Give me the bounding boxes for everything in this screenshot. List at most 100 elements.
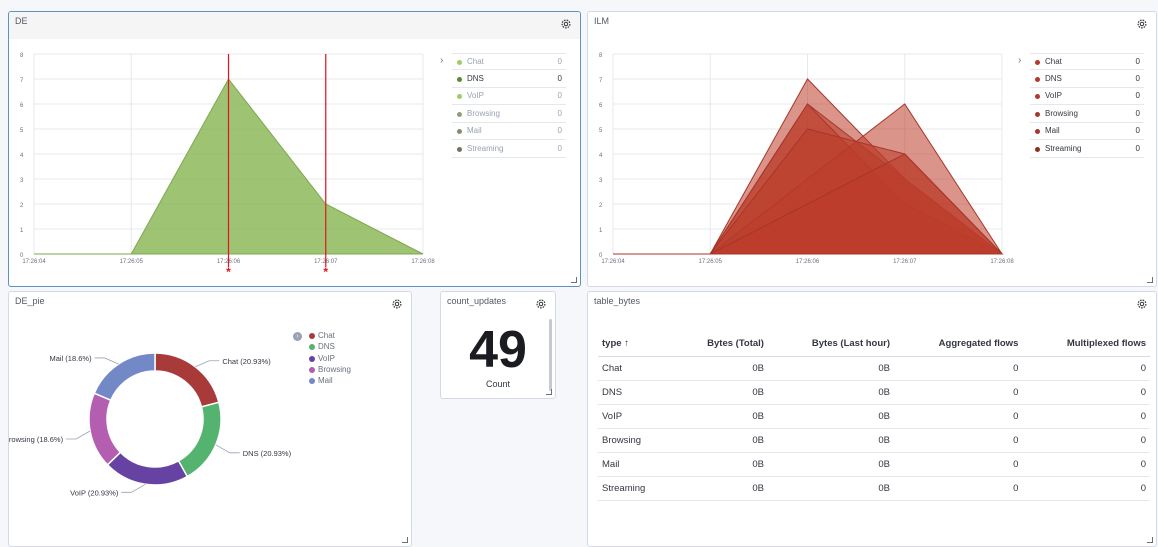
chevron-right-icon[interactable]: › — [440, 55, 443, 66]
pie-slice-voip — [106, 451, 189, 486]
panel-title: table_bytes — [594, 296, 641, 306]
legend-item[interactable]: Streaming 0 — [452, 141, 566, 158]
table-row: VoIP 0B 0B 0 0 — [598, 404, 1150, 429]
legend-label: Browsing — [467, 108, 500, 118]
resize-handle-icon[interactable] — [402, 537, 408, 543]
table-row: Browsing 0B 0B 0 0 — [598, 428, 1150, 453]
table-cell: 0B — [767, 356, 895, 381]
gear-icon[interactable] — [1136, 18, 1148, 30]
x-tick-label: 17:26:04 — [22, 259, 46, 265]
legend-label: Streaming — [467, 144, 504, 153]
pie-slice-label: VoIP (20.93%) — [70, 488, 119, 497]
legend-item[interactable]: DNS 0 — [452, 71, 566, 88]
legend-item[interactable]: Browsing 0 — [1030, 106, 1144, 123]
pie-leader-line — [215, 444, 240, 454]
y-tick-label: 6 — [20, 103, 24, 109]
legend-color-dot — [1035, 111, 1040, 117]
table-cell: 0B — [673, 380, 768, 405]
table-cell: Streaming — [598, 476, 674, 501]
y-tick-label: 3 — [20, 178, 24, 184]
table-cell: 0B — [673, 428, 768, 453]
scrollbar[interactable] — [549, 319, 552, 391]
legend-value: 0 — [557, 108, 562, 118]
legend-color-dot — [457, 94, 462, 100]
table-cell: 0 — [894, 404, 1023, 429]
legend-value: 0 — [1135, 144, 1140, 153]
legend-label: Chat — [1045, 57, 1062, 66]
resize-handle-icon[interactable] — [546, 389, 552, 395]
legend-color-dot — [1035, 147, 1040, 152]
y-tick-label: 4 — [20, 153, 24, 159]
table-cell: 0B — [767, 404, 895, 429]
x-tick-label: 17:26:05 — [699, 259, 723, 265]
sort-ascending-icon[interactable]: ↑ — [624, 338, 629, 349]
pie-slice-mail — [93, 352, 156, 402]
table-cell: Mail — [598, 452, 674, 477]
legend-value: 0 — [1135, 73, 1140, 83]
legend-item[interactable]: Mail 0 — [452, 123, 566, 141]
legend-label: VoIP — [318, 353, 335, 363]
legend-item[interactable]: VoIP 0 — [452, 88, 566, 106]
legend-label: Browsing — [318, 364, 351, 374]
y-tick-label: 2 — [599, 203, 603, 209]
y-tick-label: 7 — [20, 78, 24, 84]
legend-value: 0 — [557, 73, 562, 83]
bytes-table: type ↑ Bytes (Total) Bytes (Last hour) A… — [598, 332, 1150, 501]
table-cell: 0B — [673, 404, 768, 429]
gear-icon[interactable] — [391, 298, 403, 310]
legend-value: 0 — [557, 126, 562, 136]
pie-slice-browsing — [88, 392, 122, 466]
table-cell: 0 — [894, 476, 1023, 501]
resize-handle-icon[interactable] — [1147, 537, 1153, 543]
x-tick-label: 17:26:04 — [601, 259, 625, 265]
table-cell: 0B — [673, 452, 768, 477]
legend-label: VoIP — [1045, 91, 1062, 101]
legend-item[interactable]: Chat 0 — [1030, 53, 1144, 70]
legend-value: 0 — [1135, 126, 1140, 136]
table-cell: 0B — [767, 452, 895, 477]
resize-handle-icon[interactable] — [1147, 277, 1153, 283]
table-cell: 0B — [673, 356, 768, 381]
y-tick-label: 8 — [599, 53, 603, 59]
column-header-bytes-total[interactable]: Bytes (Total) — [673, 332, 768, 357]
legend-label: Mail — [318, 376, 333, 386]
legend-label: Streaming — [1045, 144, 1082, 153]
column-header-bytes-last-hour[interactable]: Bytes (Last hour) — [767, 332, 895, 357]
asterisk-marker-icon: * — [226, 265, 231, 279]
legend-color-dot — [309, 333, 315, 339]
legend-item[interactable]: Chat 0 — [452, 53, 566, 70]
chevron-right-icon[interactable]: › — [1018, 55, 1021, 66]
pie-slice-label: Browsing (18.6%) — [9, 435, 64, 444]
pie-slice-dns — [177, 401, 222, 478]
column-header-aggregated-flows[interactable]: Aggregated flows — [894, 332, 1023, 357]
y-tick-label: 5 — [20, 128, 24, 134]
legend-item[interactable]: Browsing 0 — [452, 106, 566, 123]
column-header-multiplexed-flows[interactable]: Multiplexed flows — [1022, 332, 1150, 357]
gear-icon[interactable] — [1136, 298, 1148, 310]
table-cell: VoIP — [598, 404, 674, 429]
table-cell: 0 — [1022, 404, 1150, 429]
metric-label: Count — [485, 379, 511, 389]
pie-slice-label: Mail (18.6%) — [49, 354, 92, 363]
legend-color-dot — [309, 366, 315, 373]
resize-handle-icon[interactable] — [571, 277, 577, 283]
legend-item[interactable]: Streaming 0 — [1030, 141, 1144, 158]
gear-icon[interactable] — [535, 298, 547, 310]
pie-leader-line — [195, 360, 220, 368]
legend-item[interactable]: DNS 0 — [1030, 71, 1144, 88]
asterisk-marker-icon: * — [323, 265, 328, 279]
legend-item[interactable]: VoIP 0 — [1030, 88, 1144, 106]
de-donut-chart: Chat (20.93%) DNS (20.93%) VoIP (20.93%) Br… — [9, 352, 292, 497]
table-cell: 0 — [1022, 452, 1150, 477]
table-cell: 0 — [894, 428, 1023, 453]
gear-icon[interactable] — [560, 18, 572, 30]
y-tick-label: 8 — [20, 53, 24, 59]
legend-color-dot — [457, 76, 462, 82]
pie-leader-line — [121, 483, 146, 493]
column-header-type[interactable]: type ↑ — [598, 332, 674, 357]
legend-item[interactable]: Mail 0 — [1030, 123, 1144, 141]
legend-label: Chat — [467, 57, 484, 66]
legend-toggle-icon[interactable]: › — [293, 332, 302, 341]
legend-color-dot — [309, 355, 315, 362]
legend-color-dot — [457, 60, 462, 65]
